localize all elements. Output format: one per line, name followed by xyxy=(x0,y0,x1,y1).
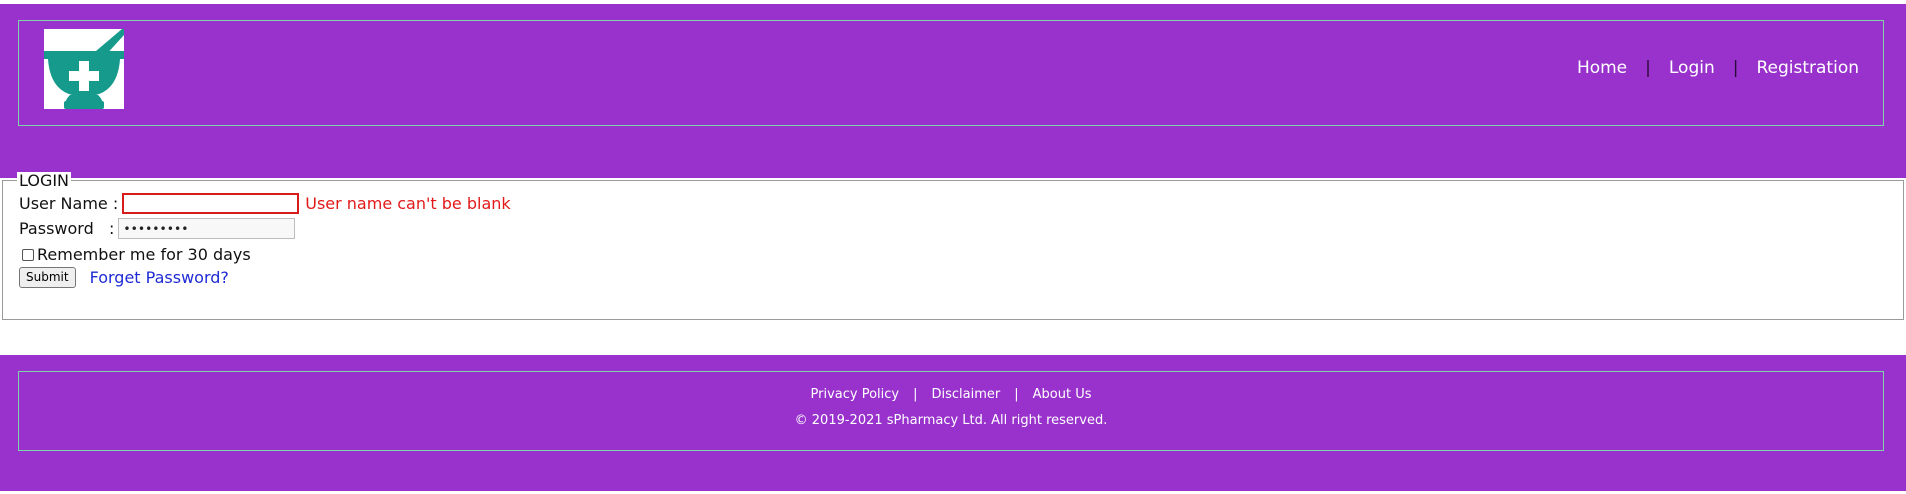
site-header: Home | Login | Registration xyxy=(0,4,1906,178)
remember-label: Remember me for 30 days xyxy=(37,245,251,264)
password-input[interactable] xyxy=(118,218,296,239)
remember-checkbox[interactable] xyxy=(22,248,34,261)
footer-disclaimer-link[interactable]: Disclaimer xyxy=(932,387,1001,402)
forget-password-link[interactable]: Forget Password? xyxy=(90,268,229,287)
nav-separator: | xyxy=(1645,58,1651,78)
submit-button[interactable]: Submit xyxy=(19,267,76,288)
footer-separator: | xyxy=(913,387,918,402)
mortar-pestle-cross-icon xyxy=(44,29,124,109)
header-frame: Home | Login | Registration xyxy=(18,20,1884,126)
nav-registration-link[interactable]: Registration xyxy=(1756,58,1859,78)
footer-links: Privacy Policy | Disclaimer | About Us xyxy=(19,387,1883,402)
nav-separator: | xyxy=(1732,58,1739,78)
username-input[interactable] xyxy=(122,193,300,214)
password-row: Password : xyxy=(19,218,296,239)
copyright-text: © 2019-2021 sPharmacy Ltd. All right res… xyxy=(794,413,1108,428)
login-fieldset: LOGIN User Name : User name can't be bla… xyxy=(2,172,1904,320)
remember-row: Remember me for 30 days xyxy=(22,245,251,264)
footer-frame: Privacy Policy | Disclaimer | About Us ©… xyxy=(18,371,1884,451)
actions-row: Submit Forget Password? xyxy=(19,267,229,288)
username-row: User Name : User name can't be blank xyxy=(19,193,511,214)
nav-login-link[interactable]: Login xyxy=(1669,58,1715,78)
site-footer: Privacy Policy | Disclaimer | About Us ©… xyxy=(0,355,1906,491)
page: Home | Login | Registration LOGIN User N… xyxy=(0,0,1906,494)
footer-separator: | xyxy=(1014,387,1019,402)
footer-about-link[interactable]: About Us xyxy=(1033,387,1092,402)
login-legend: LOGIN xyxy=(17,171,72,190)
username-error-message: User name can't be blank xyxy=(305,194,511,213)
main-nav: Home | Login | Registration xyxy=(1577,58,1859,78)
nav-home-link[interactable]: Home xyxy=(1577,58,1627,78)
username-label: User Name : xyxy=(19,194,119,213)
footer-privacy-link[interactable]: Privacy Policy xyxy=(811,387,900,402)
password-label: Password : xyxy=(19,219,115,238)
logo[interactable] xyxy=(44,29,124,109)
